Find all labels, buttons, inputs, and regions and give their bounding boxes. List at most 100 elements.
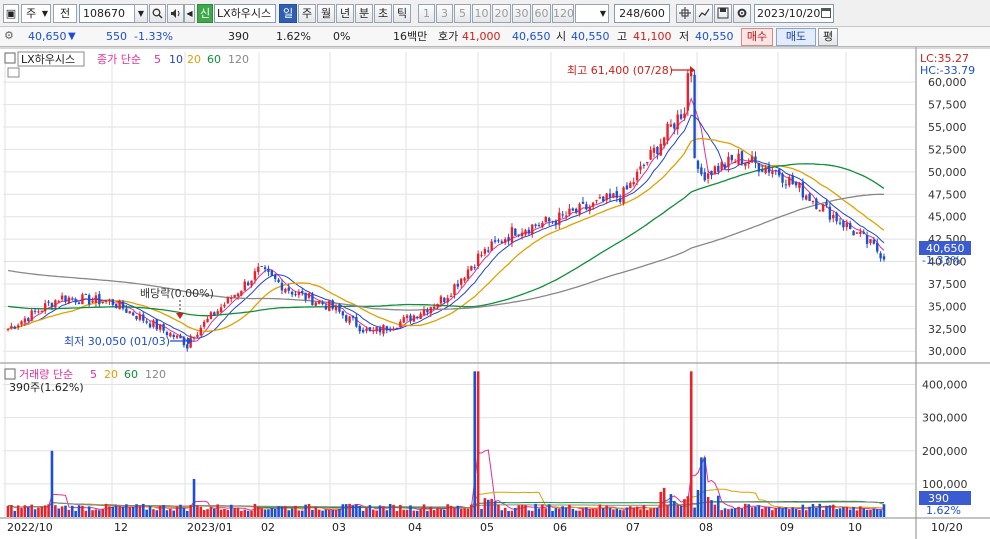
speaker-button[interactable] [167,4,184,23]
candle-body [818,210,821,212]
volume-bar [794,508,798,517]
volume-bar [405,509,409,517]
candle-body [717,165,720,172]
candle-body [81,294,84,305]
candle-body [777,169,781,176]
price-y-tick: 32,500 [928,323,967,336]
date-field[interactable]: 2023/10/20 [754,4,834,23]
candle-body [700,167,703,175]
volume-bar [375,510,378,517]
candle-body [223,304,226,307]
interval-button-3[interactable]: 3 [436,4,453,23]
volume-bar [47,504,50,517]
search-button[interactable] [149,4,166,23]
price-y-tick: 37,500 [928,278,967,291]
candle-body [135,316,138,320]
volume-bar [764,506,767,517]
save-button[interactable] [714,4,732,23]
trendline-button[interactable] [695,4,713,23]
period-button-1[interactable]: 주 [298,4,316,23]
shin-badge[interactable]: 신 [197,4,213,23]
candle-body [642,164,646,166]
count-field[interactable]: 248/600 [614,4,670,23]
chart-area[interactable]: 60,000 57,500 55,000 52,500 50,000 47,500 45,0… [0,47,990,539]
volume-bar [233,507,236,517]
jeon-dropdown[interactable]: 전 [53,4,77,23]
candle-body [497,240,500,242]
eval-button[interactable]: 평 [818,28,838,46]
volume-bar [524,505,527,517]
candle-body [659,143,662,156]
interval-button-30[interactable]: 30 [512,4,531,23]
last-pct-tag: -1.33% [922,254,961,267]
candle-body [297,292,301,296]
candle-body [794,182,798,186]
volume-bar [361,510,365,517]
period-button-0[interactable]: 일 [279,4,297,23]
candle-body [534,224,537,226]
volume-bar [828,505,832,517]
legend-ma5: 5 [154,53,161,66]
candle-body [723,164,727,168]
volume-bar [287,510,291,517]
period-button-5[interactable]: 초 [374,4,392,23]
volume-bar [196,505,199,517]
candle-body [179,335,182,339]
settings-gear-small-icon[interactable]: ⚙ [4,29,14,43]
low-value: 40,550 [695,30,734,43]
period-button-3[interactable]: 년 [336,4,354,23]
interval-button-20[interactable]: 20 [492,4,511,23]
sell-button[interactable]: 매도 [776,28,816,46]
prev-stock-button[interactable]: ◀ [184,4,195,23]
volume-bar [328,509,331,517]
volume-bar [645,510,649,517]
volume-bar [875,509,879,517]
code-dropdown-button[interactable]: ▼ [134,4,148,23]
hoga-bid: 40,650 [512,30,551,43]
candle-body [33,310,37,312]
buy-button[interactable]: 매수 [741,28,773,46]
period-button-2[interactable]: 월 [317,4,335,23]
interval-button-10[interactable]: 10 [472,4,491,23]
volume-bar [831,504,835,517]
volume-bar [74,510,77,517]
candle-body [838,222,842,224]
candle-body [233,294,236,298]
volume-bar [23,505,27,517]
volume-bar [845,506,849,517]
legend-settings-icon[interactable] [4,52,16,64]
period-button-6[interactable]: 틱 [393,4,411,23]
candle-body [60,295,64,300]
settings-button[interactable] [733,4,751,23]
volume-bar [507,510,510,517]
volume-bar [223,508,226,517]
interval-select[interactable]: ▼ [575,4,609,23]
candle-body [172,334,175,338]
stock-chart[interactable]: 60,000 57,500 55,000 52,500 50,000 47,500 45,0… [0,47,990,539]
price-y-tick: 52,500 [928,143,967,156]
crosshair-button[interactable] [676,4,694,23]
volume-bar [740,508,744,517]
volume-bar [284,506,287,517]
crosshair-toggle-icon[interactable] [7,67,20,78]
candle-body [771,171,774,175]
period-button-4[interactable]: 분 [355,4,373,23]
interval-button-60[interactable]: 60 [532,4,551,23]
window-layout-icon[interactable]: ▣ [3,4,19,23]
interval-button-5[interactable]: 5 [454,4,471,23]
candle-body [537,225,541,227]
x-axis-label: 08 [699,521,713,534]
volume-bar [791,507,794,517]
volume-bar [16,505,20,517]
interval-button-120[interactable]: 120 [552,4,574,23]
volume-bar [757,505,761,517]
volume-bar [426,511,429,517]
stock-code-input[interactable]: 108670 [79,4,135,23]
candle-body [439,296,443,304]
volume-legend-settings-icon[interactable] [4,368,16,380]
candle-body [453,284,456,295]
interval-button-1[interactable]: 1 [418,4,435,23]
candle-body [294,294,297,296]
candle-body [186,344,189,349]
ju-dropdown[interactable]: 주 ▼ [21,4,51,23]
